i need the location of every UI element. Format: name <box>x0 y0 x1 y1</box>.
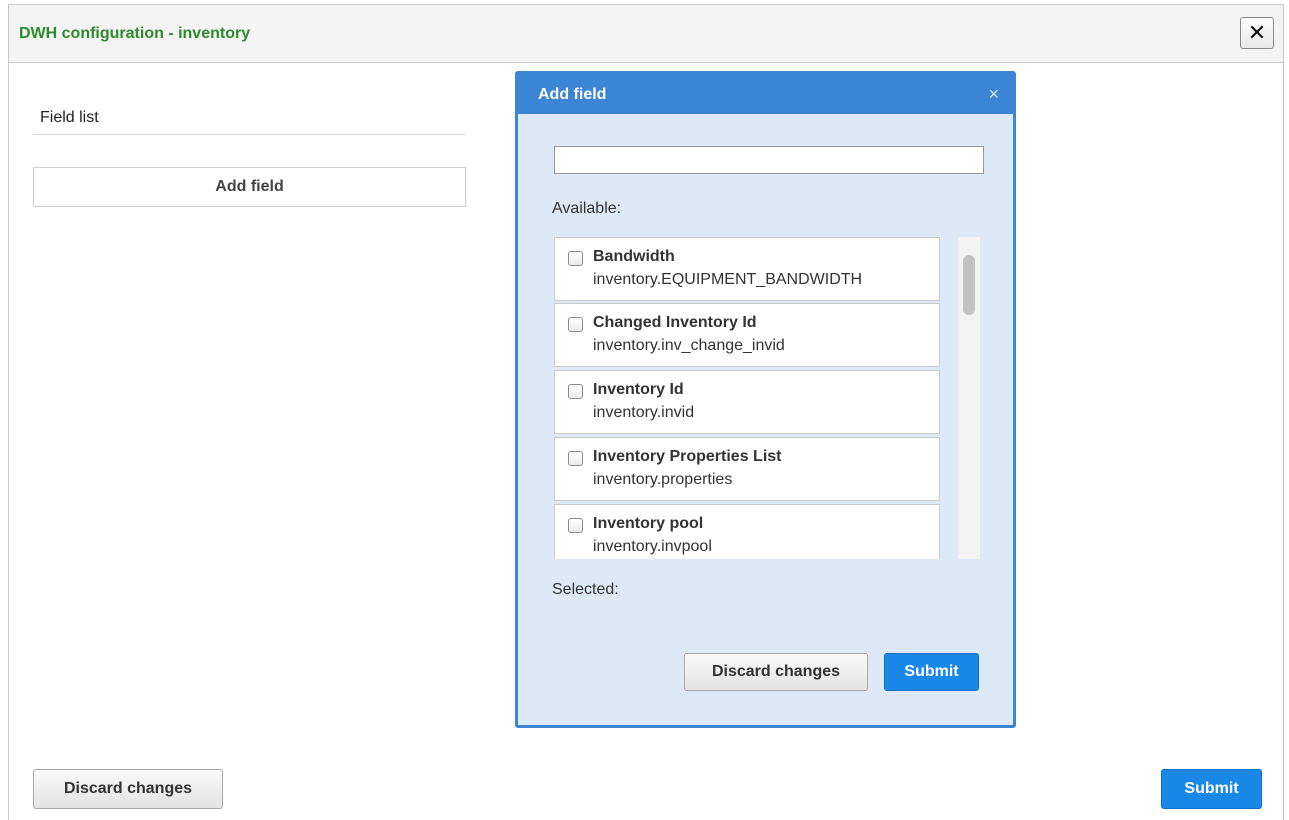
field-path: inventory.invpool <box>593 538 712 555</box>
list-item-inventory-id[interactable]: Inventory Id inventory.invid <box>554 370 940 434</box>
submit-button[interactable]: Submit <box>1161 769 1262 809</box>
close-icon: ✕ <box>1247 20 1267 45</box>
dialog-discard-changes-button[interactable]: Discard changes <box>684 653 868 691</box>
field-path: inventory.invid <box>593 404 695 421</box>
add-field-button[interactable]: Add field <box>33 167 466 207</box>
field-path: inventory.EQUIPMENT_BANDWIDTH <box>593 271 863 288</box>
field-label: Inventory pool <box>593 515 704 532</box>
field-checkbox[interactable] <box>568 251 583 266</box>
list-scrollbar-thumb[interactable] <box>963 255 975 315</box>
field-checkbox[interactable] <box>568 317 583 332</box>
field-label: Inventory Id <box>593 381 684 398</box>
field-label: Changed Inventory Id <box>593 314 757 331</box>
field-checkbox[interactable] <box>568 518 583 533</box>
field-checkbox[interactable] <box>568 451 583 466</box>
field-path: inventory.inv_change_invid <box>593 337 785 354</box>
field-search-input[interactable] <box>554 146 984 174</box>
close-button[interactable]: ✕ <box>1240 17 1274 49</box>
list-item-inventory-pool[interactable]: Inventory pool inventory.invpool <box>554 504 940 559</box>
dialog-title: Add field <box>538 86 607 103</box>
field-list-divider <box>33 134 465 135</box>
dialog-submit-button[interactable]: Submit <box>884 653 979 691</box>
list-item-changed-inventory-id[interactable]: Changed Inventory Id inventory.inv_chang… <box>554 303 940 367</box>
window-header: DWH configuration - inventory ✕ <box>9 5 1283 63</box>
dialog-close-icon[interactable]: × <box>988 84 999 105</box>
selected-label: Selected: <box>552 581 619 598</box>
dialog-header: Add field × <box>518 74 1013 114</box>
available-label: Available: <box>552 200 622 217</box>
field-path: inventory.properties <box>593 471 733 488</box>
field-label: Inventory Properties List <box>593 448 782 465</box>
field-list-heading: Field list <box>40 109 99 126</box>
add-field-dialog: Add field × Available: Bandwidth invento… <box>515 71 1016 728</box>
list-item-inventory-properties-list[interactable]: Inventory Properties List inventory.prop… <box>554 437 940 501</box>
window-title: DWH configuration - inventory <box>19 25 251 42</box>
discard-changes-button[interactable]: Discard changes <box>33 769 223 809</box>
list-item-bandwidth[interactable]: Bandwidth inventory.EQUIPMENT_BANDWIDTH <box>554 237 940 301</box>
field-checkbox[interactable] <box>568 384 583 399</box>
available-field-list[interactable]: Bandwidth inventory.EQUIPMENT_BANDWIDTH … <box>554 237 940 559</box>
field-label: Bandwidth <box>593 248 675 265</box>
